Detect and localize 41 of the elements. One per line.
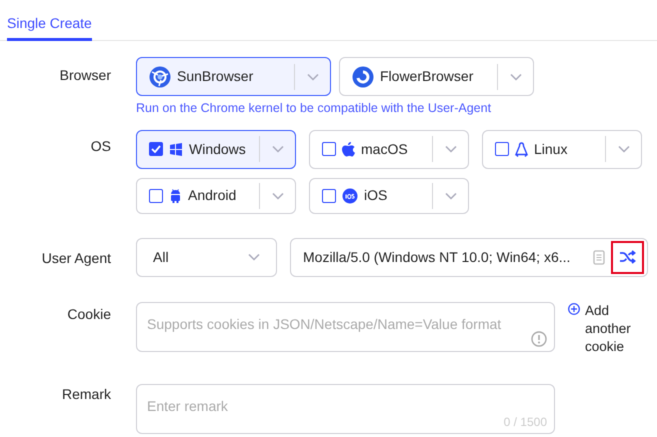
field-label: Browser	[60, 67, 111, 83]
caret-icon	[306, 72, 318, 80]
os-option[interactable]: iOS	[309, 178, 469, 214]
caret-icon	[444, 192, 456, 200]
hint-text: Run on the Chrome kernel to be compatible with the User-Agent	[136, 100, 492, 117]
android-icon	[169, 188, 182, 203]
field-label: OS	[90, 138, 111, 154]
browser-logo-icon	[149, 66, 171, 88]
os-option[interactable]: macOS	[309, 130, 469, 169]
caret-icon	[444, 145, 456, 154]
field-label: Remark	[62, 386, 111, 402]
add-icon[interactable]	[568, 302, 580, 315]
os-option[interactable]: Linux	[482, 130, 642, 169]
caret-icon	[272, 192, 284, 200]
field-label: User Agent	[42, 250, 111, 266]
checkbox[interactable]	[149, 188, 163, 203]
windows-icon	[169, 142, 183, 156]
os-option[interactable]: Windows	[136, 130, 296, 169]
penguin-icon	[515, 142, 528, 157]
checkbox[interactable]	[322, 142, 336, 156]
caret-icon	[272, 145, 284, 154]
browser-option[interactable]: FlowerBrowser	[339, 57, 534, 96]
apple-icon	[342, 142, 355, 157]
filter-select[interactable]: All	[136, 238, 277, 277]
user-agent-field[interactable]: Mozilla/5.0 (Windows NT 10.0; Win64; x6...	[290, 238, 648, 277]
caret-icon	[510, 72, 522, 80]
shuffle-button[interactable]	[611, 240, 644, 274]
os-option[interactable]: Android	[136, 178, 296, 214]
checkbox[interactable]	[322, 188, 336, 203]
caret-icon	[618, 145, 630, 154]
shuffle-icon	[619, 250, 636, 264]
checkbox[interactable]	[149, 142, 163, 156]
browser-logo-icon	[352, 66, 374, 88]
warning-icon	[531, 330, 547, 347]
tab[interactable]: Single Create	[7, 0, 92, 41]
browser-option[interactable]: SunBrowser	[136, 57, 331, 96]
checkbox[interactable]	[495, 142, 509, 156]
field-label: Cookie	[67, 306, 111, 322]
caret-icon	[248, 253, 260, 262]
add-cookie-link[interactable]: Add another cookie	[585, 302, 651, 356]
ios-icon	[342, 188, 358, 204]
